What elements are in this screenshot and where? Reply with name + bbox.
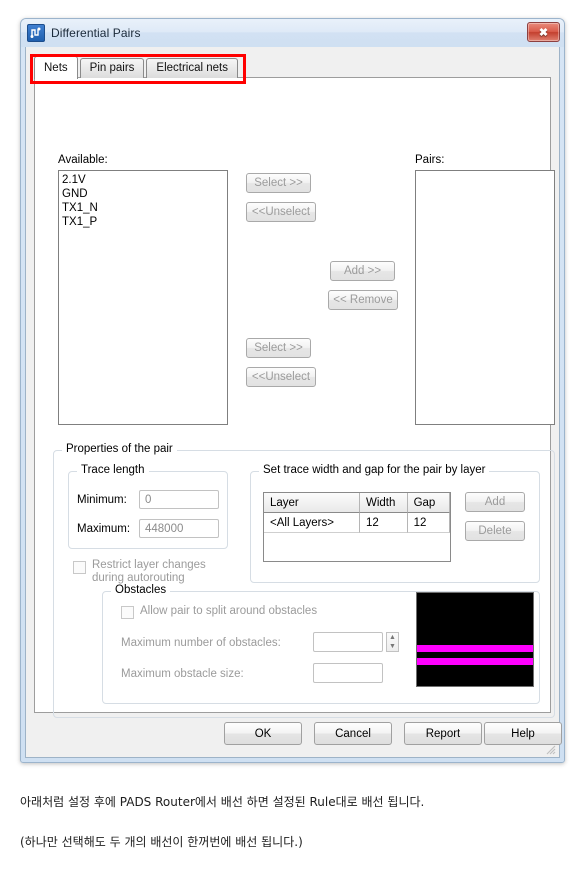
max-obstacles-spinner[interactable]: ▲ ▼ [386, 632, 399, 652]
spinner-down-icon[interactable]: ▼ [389, 643, 396, 650]
allow-split-checkbox[interactable] [121, 606, 134, 619]
max-obstacles-label: Maximum number of obstacles: [121, 637, 281, 649]
cancel-button[interactable]: Cancel [314, 722, 392, 745]
add-pair-button[interactable]: Add >> [330, 261, 395, 281]
close-icon[interactable]: ✖ [527, 22, 560, 42]
preview-trace-bottom [417, 658, 533, 665]
select-bottom-button[interactable]: Select >> [246, 338, 311, 358]
tab-nets[interactable]: Nets [34, 56, 78, 79]
delete-layer-rule-button[interactable]: Delete [465, 521, 525, 541]
trace-width-gap-group-title: Set trace width and gap for the pair by … [259, 464, 490, 476]
caption-line-1: 아래처럼 설정 후에 PADS Router에서 배선 하면 설정된 Rule대… [20, 795, 425, 809]
cell-layer: <All Layers> [264, 513, 360, 533]
minimum-label: Minimum: [77, 494, 127, 506]
unselect-top-button[interactable]: <<Unselect [246, 202, 316, 222]
tab-pin-pairs[interactable]: Pin pairs [79, 58, 145, 78]
dialog-titlebar[interactable]: Differential Pairs ✖ [21, 19, 564, 47]
max-obstacle-size-label: Maximum obstacle size: [121, 668, 244, 680]
tab-nets-label: Nets [44, 62, 68, 74]
available-list[interactable]: 2.1V GND TX1_N TX1_P [58, 170, 228, 425]
max-obstacle-size-input[interactable] [313, 663, 383, 683]
tab-panel-nets: Available: 2.1V GND TX1_N TX1_P Select >… [34, 77, 555, 718]
list-item[interactable]: TX1_N [62, 201, 224, 215]
remove-pair-button[interactable]: << Remove [328, 290, 398, 310]
resize-grip-icon[interactable] [544, 743, 556, 755]
column-header-layer: Layer [264, 493, 360, 513]
properties-group: Properties of the pair Trace length Mini… [53, 443, 555, 718]
tab-pin-pairs-label: Pin pairs [89, 62, 135, 74]
list-item[interactable]: 2.1V [62, 173, 224, 187]
tab-electrical-nets[interactable]: Electrical nets [146, 58, 238, 78]
available-label: Available: [58, 154, 108, 166]
dialog-title: Differential Pairs [51, 26, 141, 40]
select-top-button[interactable]: Select >> [246, 173, 311, 193]
tabstrip: Nets Pin pairs Electrical nets [34, 56, 240, 79]
help-button[interactable]: Help [484, 722, 562, 745]
trace-length-group-title: Trace length [77, 464, 149, 476]
add-layer-rule-button[interactable]: Add [465, 492, 525, 512]
report-button[interactable]: Report [404, 722, 482, 745]
obstacles-group-title: Obstacles [111, 584, 171, 596]
maximum-input[interactable]: 448000 [139, 519, 219, 538]
spinner-up-icon[interactable]: ▲ [389, 634, 396, 641]
restrict-layer-changes-label-line1: Restrict layer changes [92, 559, 206, 571]
differential-pairs-icon [27, 24, 45, 42]
differential-pairs-dialog: Differential Pairs ✖ Nets Pin pairs Elec… [20, 18, 565, 763]
pairs-label: Pairs: [415, 154, 445, 166]
unselect-bottom-button[interactable]: <<Unselect [246, 367, 316, 387]
maximum-label: Maximum: [77, 523, 131, 535]
list-item[interactable]: GND [62, 187, 224, 201]
table-row[interactable]: <All Layers> 12 12 [264, 513, 450, 533]
allow-split-label: Allow pair to split around obstacles [140, 605, 318, 617]
trace-width-gap-group: Set trace width and gap for the pair by … [250, 464, 540, 583]
tab-electrical-nets-label: Electrical nets [156, 62, 228, 74]
differential-pair-preview [416, 592, 534, 687]
restrict-layer-changes-checkbox[interactable] [73, 561, 86, 574]
obstacles-group: Obstacles Allow pair to split around obs… [102, 584, 540, 704]
cell-gap: 12 [407, 513, 450, 533]
pairs-list[interactable] [415, 170, 555, 425]
column-header-gap: Gap [407, 493, 450, 513]
max-obstacles-input[interactable] [313, 632, 383, 652]
column-header-width: Width [359, 493, 408, 513]
minimum-input[interactable]: 0 [139, 490, 219, 509]
trace-width-table[interactable]: Layer Width Gap <All Layers> 12 12 [263, 492, 451, 562]
caption-line-2: (하나만 선택해도 두 개의 배선이 한꺼번에 배선 됩니다.) [20, 835, 303, 849]
dialog-client-area: Nets Pin pairs Electrical nets Available… [25, 47, 562, 758]
properties-group-title: Properties of the pair [62, 443, 177, 455]
table-header-row: Layer Width Gap [264, 493, 450, 513]
list-item[interactable]: TX1_P [62, 215, 224, 229]
trace-length-group: Trace length Minimum: 0 Maximum: 448000 [68, 464, 228, 549]
preview-trace-top [417, 645, 533, 652]
ok-button[interactable]: OK [224, 722, 302, 745]
cell-width: 12 [359, 513, 408, 533]
